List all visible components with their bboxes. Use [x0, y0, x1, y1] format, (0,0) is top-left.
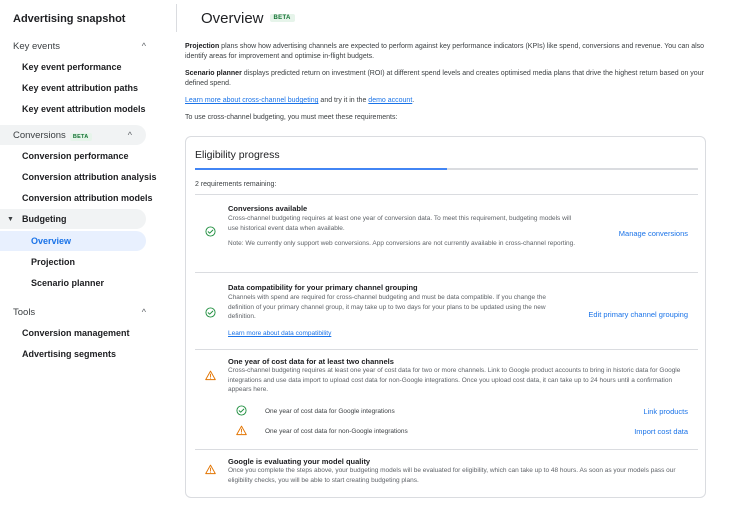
manage-conversions-link[interactable]: Manage conversions	[619, 229, 688, 238]
sidebar-title: Advertising snapshot	[13, 13, 126, 25]
section-label: Tools	[13, 306, 36, 318]
sidebar-item-advertising-segments[interactable]: Advertising segments	[0, 344, 176, 364]
page-title: Overview	[201, 9, 264, 27]
warning-icon	[205, 464, 216, 475]
requirements-remaining: 2 requirements remaining:	[195, 181, 277, 188]
requirement-data-compatibility: Data compatibility for your primary chan…	[195, 272, 698, 349]
edit-channel-grouping-link[interactable]: Edit primary channel grouping	[588, 310, 688, 319]
requirement-model-quality: Google is evaluating your model quality …	[195, 449, 698, 494]
requirement-conversions-available: Conversions available Cross-channel budg…	[195, 194, 698, 272]
demo-account-link[interactable]: demo account	[368, 97, 412, 104]
scenario-paragraph: Scenario planner displays predicted retu…	[185, 69, 710, 89]
sidebar-section-key-events[interactable]: Key events ^	[0, 36, 160, 56]
chevron-up-icon: ^	[127, 130, 132, 140]
import-cost-data-link[interactable]: Import cost data	[634, 427, 688, 436]
chevron-up-icon: ^	[141, 41, 146, 51]
link-products-link[interactable]: Link products	[643, 407, 688, 416]
sidebar-item-conversion-attribution-models[interactable]: Conversion attribution models	[0, 188, 176, 208]
projection-desc: plans show how advertising channels are …	[185, 43, 705, 60]
requirement-title: Data compatibility for your primary chan…	[228, 283, 418, 292]
beta-badge: BETA	[69, 132, 92, 141]
sidebar-item-conversion-management[interactable]: Conversion management	[0, 323, 176, 343]
check-circle-icon	[205, 226, 216, 237]
eligibility-title: Eligibility progress	[195, 149, 280, 161]
main-content: Overview BETA Projection plans show how …	[176, 0, 732, 518]
data-compatibility-link[interactable]: Learn more about data compatibility	[228, 329, 331, 339]
sidebar-item-overview[interactable]: Overview	[0, 231, 146, 251]
learn-budgeting-link[interactable]: Learn more about cross-channel budgeting	[185, 97, 318, 104]
check-circle-icon	[205, 307, 216, 318]
eligibility-card: Eligibility progress 2 requirements rema…	[185, 136, 706, 498]
subrow-non-google-cost-data: One year of cost data for non-Google int…	[228, 425, 688, 437]
warning-icon	[205, 370, 216, 381]
sidebar-item-key-event-attribution-paths[interactable]: Key event attribution paths	[0, 78, 176, 98]
sidebar-item-conversion-attribution-analysis[interactable]: Conversion attribution analysis	[0, 167, 176, 187]
requirement-desc: Cross-channel budgeting requires at leas…	[228, 215, 572, 232]
requirement-cost-data: One year of cost data for at least two c…	[195, 349, 698, 449]
scenario-term: Scenario planner	[185, 70, 242, 77]
subrow-label: One year of cost data for Google integra…	[265, 407, 395, 415]
learn-paragraph: Learn more about cross-channel budgeting…	[185, 96, 710, 106]
subrow-label: One year of cost data for non-Google int…	[265, 427, 408, 435]
requirements-intro: To use cross-channel budgeting, you must…	[185, 114, 398, 121]
learn-mid-text: and try it in the	[318, 97, 369, 104]
page-header: Overview BETA	[176, 4, 716, 32]
projection-paragraph: Projection plans show how advertising ch…	[185, 42, 710, 62]
check-circle-icon	[236, 405, 247, 416]
scenario-desc: displays predicted return on investment …	[185, 70, 704, 87]
subrow-google-cost-data: One year of cost data for Google integra…	[228, 405, 688, 417]
sidebar-item-key-event-attribution-models[interactable]: Key event attribution models	[0, 99, 176, 119]
learn-end-text: .	[412, 97, 415, 104]
requirement-desc: Channels with spend are required for cro…	[228, 294, 546, 320]
beta-badge: BETA	[269, 14, 295, 22]
sidebar-item-key-event-performance[interactable]: Key event performance	[0, 57, 176, 77]
requirement-title: Google is evaluating your model quality	[228, 457, 371, 466]
eligibility-progress-bar	[195, 168, 698, 170]
caret-down-icon: ▼	[7, 215, 14, 223]
sidebar-item-label: Budgeting	[22, 214, 67, 224]
requirement-title: One year of cost data for at least two c…	[228, 357, 394, 366]
chevron-up-icon: ^	[141, 307, 146, 317]
sidebar-item-budgeting[interactable]: ▼ Budgeting	[0, 209, 146, 229]
requirement-note: Note: We currently only support web conv…	[228, 240, 576, 247]
sidebar-nav: Advertising snapshot Key events ^ Key ev…	[0, 0, 176, 518]
warning-icon	[236, 425, 247, 436]
projection-term: Projection	[185, 43, 220, 50]
sidebar-section-tools[interactable]: Tools ^	[0, 302, 160, 322]
requirement-desc: Once you complete the steps above, your …	[228, 467, 676, 484]
sidebar-section-conversions[interactable]: Conversions BETA ^	[0, 125, 146, 145]
sidebar-item-projection[interactable]: Projection	[0, 252, 176, 272]
requirement-desc: Cross-channel budgeting requires at leas…	[228, 367, 681, 393]
requirement-title: Conversions available	[228, 204, 308, 213]
section-label: Conversions	[13, 129, 66, 141]
section-label: Key events	[13, 40, 60, 52]
progress-fill	[195, 168, 447, 170]
intro-text: Projection plans show how advertising ch…	[185, 42, 710, 130]
sidebar-item-conversion-performance[interactable]: Conversion performance	[0, 146, 176, 166]
sidebar-item-scenario-planner[interactable]: Scenario planner	[0, 273, 176, 293]
